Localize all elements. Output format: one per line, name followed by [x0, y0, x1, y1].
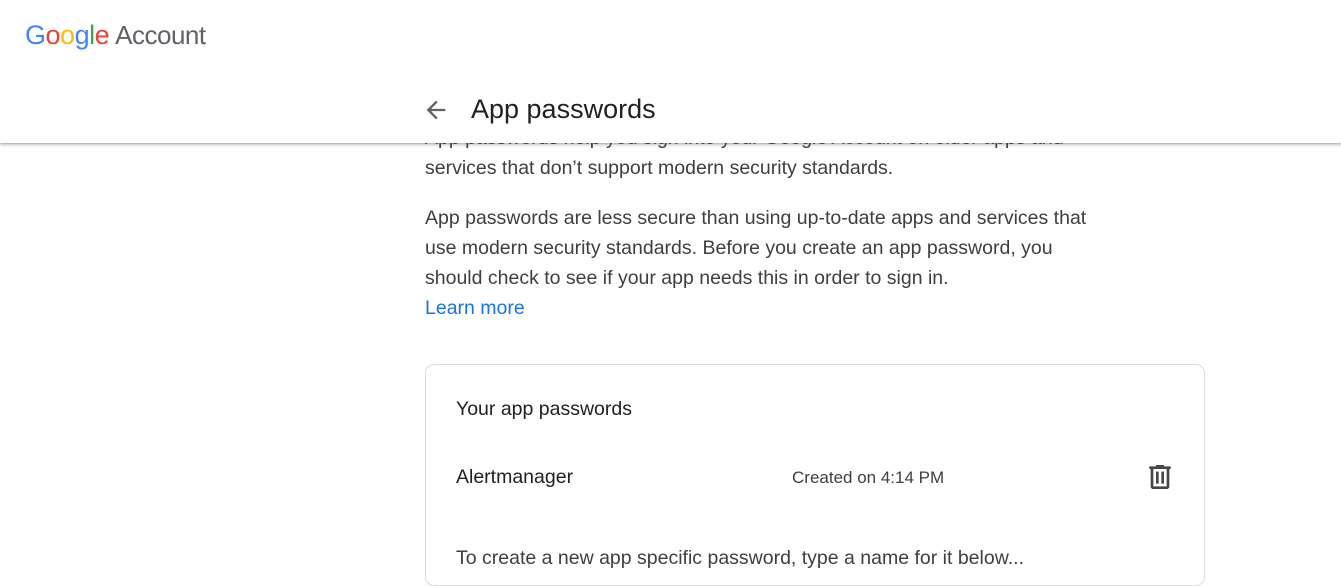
learn-more-link[interactable]: Learn more	[425, 293, 525, 323]
delete-app-password-button[interactable]	[1144, 461, 1176, 493]
arrow-back-icon	[426, 100, 446, 120]
intro-line-2: services that don’t support modern secur…	[425, 157, 894, 179]
account-label: Account	[115, 20, 206, 50]
card-title: Your app passwords	[456, 398, 632, 420]
create-password-instructions: To create a new app specific password, t…	[456, 547, 1024, 569]
app-password-row: Alertmanager Created on 4:14 PM	[426, 461, 1204, 501]
trash-icon	[1149, 465, 1171, 489]
app-password-created: Created on 4:14 PM	[792, 468, 945, 487]
page-title: App passwords	[471, 94, 656, 124]
google-account-logo[interactable]: Google Account	[25, 18, 206, 52]
page-header: App passwords	[0, 70, 1341, 143]
security-warning: App passwords are less secure than using…	[425, 207, 1087, 289]
back-button[interactable]	[422, 96, 450, 124]
app-password-name: Alertmanager	[456, 466, 574, 488]
top-bar: Google Account	[0, 0, 1341, 70]
